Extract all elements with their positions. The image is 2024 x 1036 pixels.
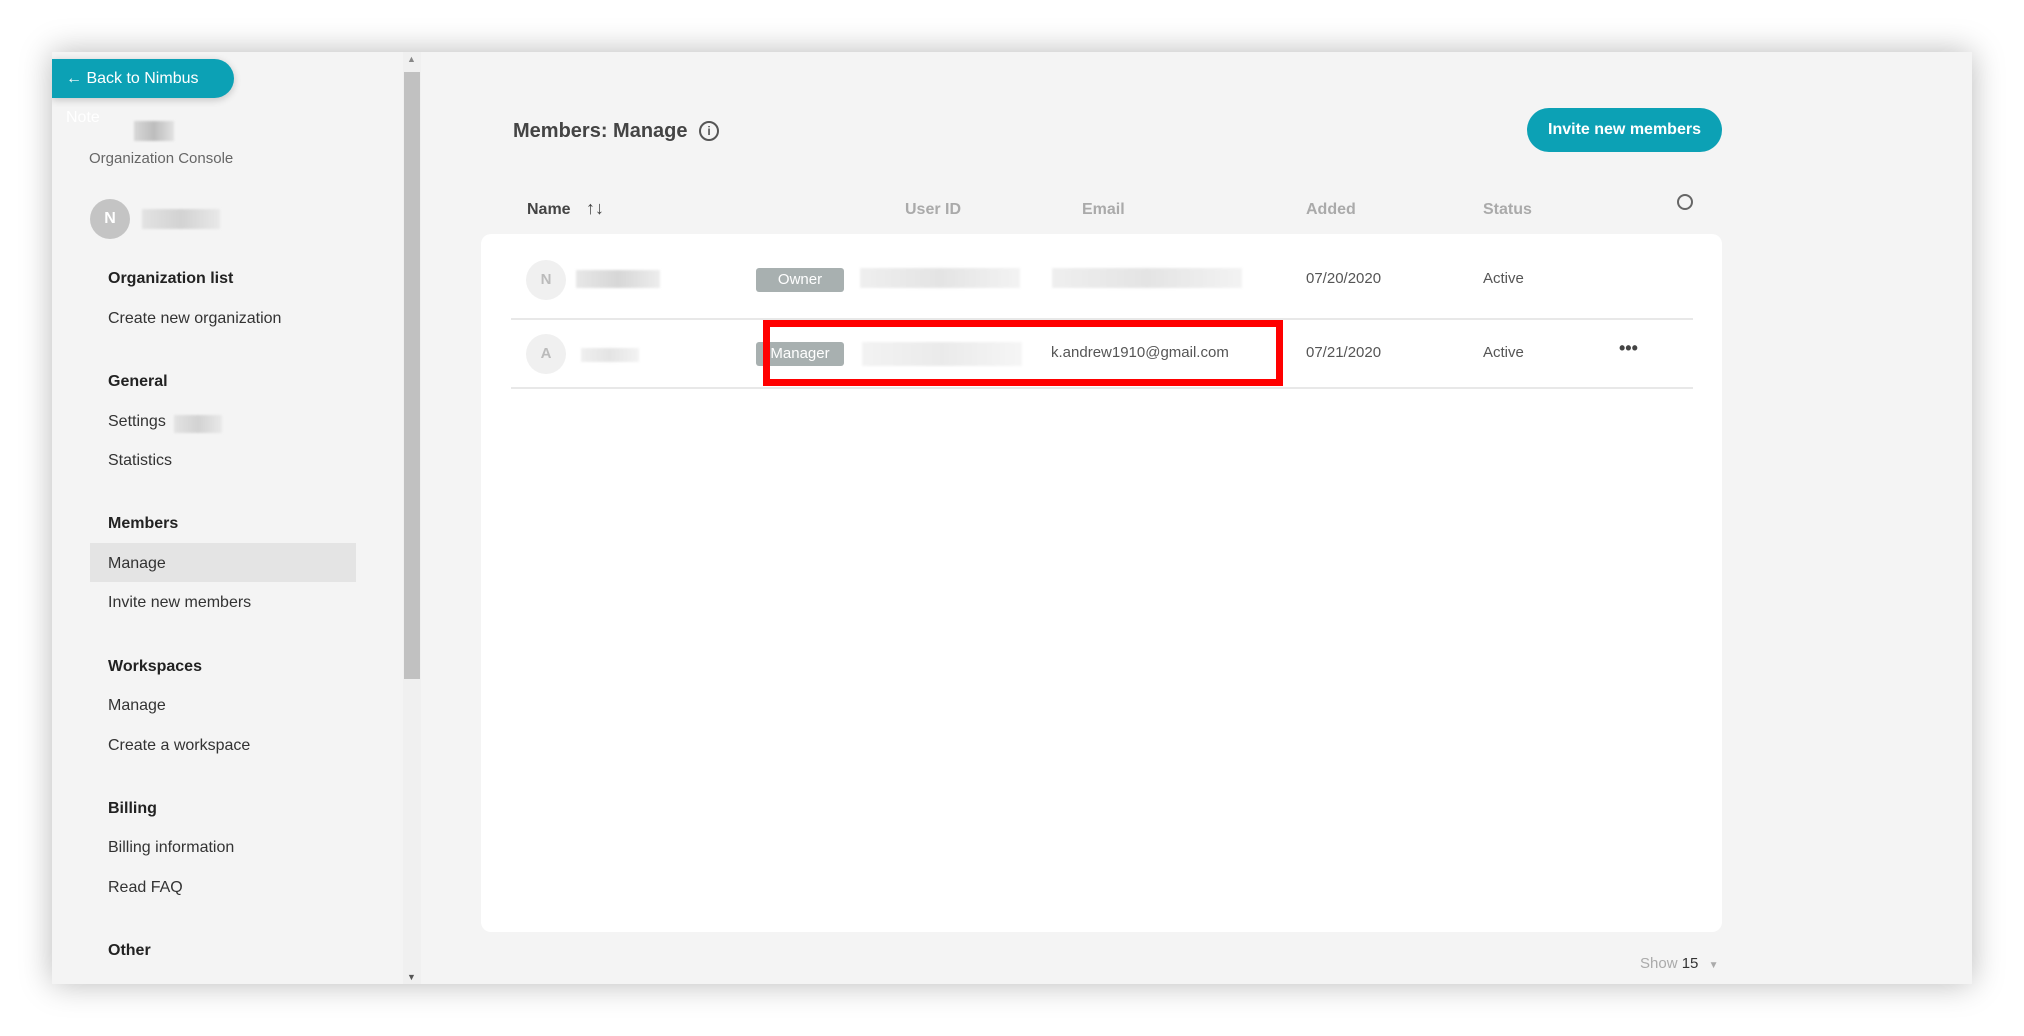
avatar: N — [526, 260, 566, 300]
column-email: Email — [1082, 201, 1125, 218]
column-status: Status — [1483, 201, 1532, 218]
sort-arrows-icon[interactable]: ↑↓ — [586, 198, 604, 219]
heading-other: Other — [108, 942, 151, 959]
sidebar-item-invite-members[interactable]: Invite new members — [108, 594, 251, 612]
dropdown-caret-icon: ▼ — [1708, 960, 1719, 971]
heading-workspaces: Workspaces — [108, 658, 202, 675]
name-blurred — [576, 270, 660, 288]
added-date: 07/20/2020 — [1306, 270, 1382, 287]
scroll-down-icon[interactable]: ▼ — [407, 972, 416, 982]
role-badge: Owner — [756, 268, 844, 292]
page-size-selector[interactable]: Show 15 ▼ — [1640, 955, 1718, 972]
sidebar-item-statistics[interactable]: Statistics — [108, 452, 172, 470]
column-user-id: User ID — [905, 201, 962, 218]
user-avatar[interactable]: N — [90, 199, 130, 239]
user-name-blurred — [142, 209, 220, 229]
email-blurred — [1052, 268, 1242, 288]
sidebar-item-members-manage[interactable]: Manage — [108, 555, 166, 573]
scroll-up-icon[interactable]: ▲ — [407, 54, 416, 64]
added-date: 07/21/2020 — [1306, 344, 1382, 361]
show-value: 15 — [1681, 955, 1699, 972]
org-name-blurred — [134, 121, 174, 141]
sidebar-item-create-workspace[interactable]: Create a workspace — [108, 737, 250, 755]
heading-general: General — [108, 373, 168, 390]
user-id-blurred — [860, 268, 1020, 288]
heading-billing: Billing — [108, 800, 157, 817]
table-row[interactable]: N Owner 07/20/2020 Active — [511, 234, 1693, 320]
page-title: Members: Manage — [513, 120, 688, 142]
name-blurred — [581, 348, 639, 362]
sidebar-item-settings[interactable]: Settings — [108, 413, 166, 431]
heading-members: Members — [108, 515, 179, 532]
settings-blurred — [174, 415, 222, 433]
scrollbar-thumb[interactable] — [404, 72, 420, 679]
sidebar-item-workspaces-manage[interactable]: Manage — [108, 697, 166, 715]
sidebar-item-create-organization[interactable]: Create new organization — [108, 310, 281, 328]
column-added: Added — [1306, 201, 1356, 218]
back-to-nimbus-note-button[interactable]: ← Back to Nimbus Note — [52, 59, 234, 126]
sidebar-item-billing-info[interactable]: Billing information — [108, 839, 234, 857]
column-name[interactable]: Name — [527, 201, 571, 219]
avatar: A — [526, 334, 566, 374]
heading-organization-list: Organization list — [108, 270, 234, 287]
highlight-box — [763, 320, 1283, 386]
info-icon[interactable]: i — [699, 121, 719, 141]
more-options-icon[interactable]: ••• — [1619, 338, 1638, 359]
org-console-window: ← Back to Nimbus Note Organization Conso… — [52, 52, 1972, 984]
status: Active — [1483, 344, 1524, 361]
search-icon[interactable] — [1677, 194, 1693, 210]
sidebar-item-read-faq[interactable]: Read FAQ — [108, 879, 183, 897]
org-console-label: Organization Console — [89, 150, 234, 167]
status: Active — [1483, 270, 1524, 287]
invite-new-members-button[interactable]: Invite new members — [1527, 108, 1722, 152]
show-label: Show — [1640, 955, 1678, 972]
